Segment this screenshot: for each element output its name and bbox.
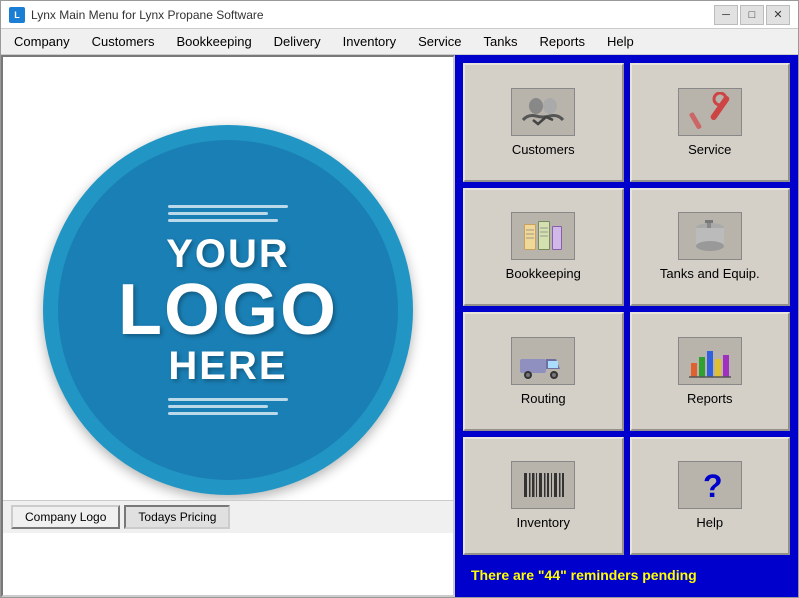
- reports-icon: [678, 337, 742, 385]
- maximize-button[interactable]: □: [740, 5, 764, 25]
- grid-row-1: Customers Service: [463, 63, 790, 182]
- logo-line-4: [168, 398, 288, 401]
- right-panel: Customers Service: [455, 55, 798, 597]
- bottom-btn-todays-pricing[interactable]: Todays Pricing: [124, 505, 230, 529]
- menu-bar: CompanyCustomersBookkeepingDeliveryInven…: [1, 29, 798, 55]
- help-icon: ?: [678, 461, 742, 509]
- bottom-buttons: Company LogoTodays Pricing: [3, 500, 453, 533]
- logo-circle-inner: YOUR LOGO HERE: [58, 140, 398, 480]
- logo-text: YOUR LOGO HERE: [118, 234, 338, 386]
- logo-line-2: [168, 212, 268, 215]
- reports-button[interactable]: Reports: [630, 312, 791, 431]
- service-label: Service: [688, 142, 731, 157]
- window-controls: ─ □ ✕: [714, 5, 790, 25]
- customers-button[interactable]: Customers: [463, 63, 624, 182]
- app-icon: L: [9, 7, 25, 23]
- menu-item-customers[interactable]: Customers: [81, 31, 166, 53]
- svg-text:?: ?: [703, 468, 723, 504]
- main-content: YOUR LOGO HERE Company LogoTodays Pricin: [1, 55, 798, 597]
- bookkeeping-icon: [511, 212, 575, 260]
- logo-line-1: [168, 205, 288, 208]
- grid-row-4: Inventory ? Help: [463, 437, 790, 556]
- grid-row-3: Routing Reports: [463, 312, 790, 431]
- customers-icon: [511, 88, 575, 136]
- inventory-button[interactable]: Inventory: [463, 437, 624, 556]
- customers-label: Customers: [512, 142, 575, 157]
- logo-your: YOUR: [118, 234, 338, 274]
- menu-item-bookkeeping[interactable]: Bookkeeping: [166, 31, 263, 53]
- service-button[interactable]: Service: [630, 63, 791, 182]
- logo-lines-top: [168, 205, 288, 222]
- menu-item-help[interactable]: Help: [596, 31, 645, 53]
- reminders-text: There are "44" reminders pending: [471, 567, 697, 583]
- tanks-icon: [678, 212, 742, 260]
- logo-line-3: [168, 219, 278, 222]
- help-button[interactable]: ? Help: [630, 437, 791, 556]
- help-label: Help: [696, 515, 723, 530]
- menu-item-delivery[interactable]: Delivery: [263, 31, 332, 53]
- logo-circle-outer: YOUR LOGO HERE: [43, 125, 413, 495]
- reminders-bar: There are "44" reminders pending: [463, 561, 790, 589]
- tanks-button[interactable]: Tanks and Equip.: [630, 188, 791, 307]
- menu-item-service[interactable]: Service: [407, 31, 472, 53]
- title-bar: L Lynx Main Menu for Lynx Propane Softwa…: [1, 1, 798, 29]
- menu-item-tanks[interactable]: Tanks: [472, 31, 528, 53]
- logo-panel: YOUR LOGO HERE Company LogoTodays Pricin: [1, 55, 455, 597]
- window-title: Lynx Main Menu for Lynx Propane Software: [31, 8, 714, 22]
- menu-item-reports[interactable]: Reports: [528, 31, 596, 53]
- service-icon: [678, 88, 742, 136]
- logo-here: HERE: [118, 346, 338, 386]
- grid-row-2: Bookkeeping Tanks: [463, 188, 790, 307]
- logo-logo: LOGO: [118, 274, 338, 346]
- logo-lines-bottom: [168, 398, 288, 415]
- inventory-icon: [511, 461, 575, 509]
- logo-container: YOUR LOGO HERE: [38, 120, 418, 500]
- menu-item-inventory[interactable]: Inventory: [332, 31, 407, 53]
- logo-line-5: [168, 405, 268, 408]
- close-button[interactable]: ✕: [766, 5, 790, 25]
- reports-label: Reports: [687, 391, 733, 406]
- routing-icon: [511, 337, 575, 385]
- routing-label: Routing: [521, 391, 566, 406]
- main-window: L Lynx Main Menu for Lynx Propane Softwa…: [0, 0, 799, 598]
- bookkeeping-label: Bookkeeping: [506, 266, 581, 281]
- bottom-btn-company-logo[interactable]: Company Logo: [11, 505, 120, 529]
- menu-item-company[interactable]: Company: [3, 31, 81, 53]
- inventory-label: Inventory: [517, 515, 570, 530]
- tanks-label: Tanks and Equip.: [660, 266, 760, 281]
- logo-line-6: [168, 412, 278, 415]
- minimize-button[interactable]: ─: [714, 5, 738, 25]
- routing-button[interactable]: Routing: [463, 312, 624, 431]
- bookkeeping-button[interactable]: Bookkeeping: [463, 188, 624, 307]
